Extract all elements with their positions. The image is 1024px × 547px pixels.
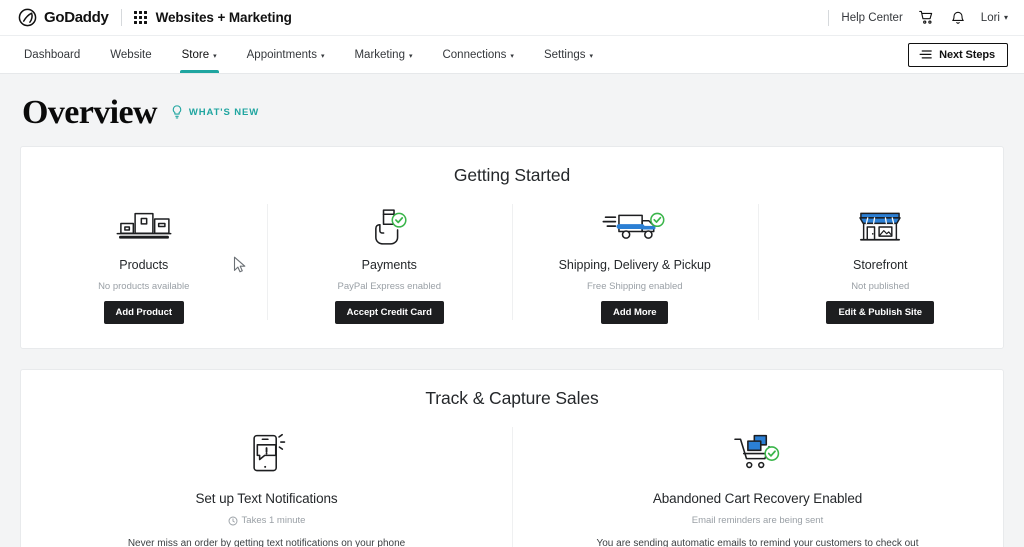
nav-label: Connections bbox=[442, 48, 507, 61]
nav-item-appointments[interactable]: Appointments ▾ bbox=[232, 36, 340, 73]
column-meta: Email reminders are being sent bbox=[692, 515, 823, 526]
products-boxes-icon bbox=[112, 206, 176, 248]
godaddy-logo[interactable]: GoDaddy bbox=[18, 8, 109, 27]
next-steps-icon bbox=[919, 50, 932, 59]
getting-started-card: Getting Started Products No products ava… bbox=[20, 146, 1004, 349]
column-status: Free Shipping enabled bbox=[586, 281, 683, 292]
phone-alert-icon bbox=[244, 431, 290, 477]
column-status: PayPal Express enabled bbox=[337, 281, 441, 292]
column-meta: Takes 1 minute bbox=[228, 515, 306, 526]
nav-item-website[interactable]: Website bbox=[95, 36, 166, 73]
next-steps-button[interactable]: Next Steps bbox=[908, 42, 1008, 67]
page-title: Overview bbox=[22, 94, 158, 131]
track-capture-grid: Set up Text Notifications Takes 1 minute… bbox=[21, 413, 1003, 547]
chevron-down-icon: ▾ bbox=[320, 52, 325, 60]
account-name: Lori bbox=[980, 11, 1000, 24]
page-content: Overview WHAT'S NEW Getting Started Prod… bbox=[0, 74, 1024, 547]
top-bar: GoDaddy Websites + Marketing Help Center… bbox=[0, 0, 1024, 36]
godaddy-mark-icon bbox=[18, 8, 37, 27]
product-name[interactable]: Websites + Marketing bbox=[156, 10, 292, 25]
edit-publish-site-button[interactable]: Edit & Publish Site bbox=[826, 301, 934, 324]
column-name: Storefront bbox=[853, 258, 908, 272]
app-grid-icon[interactable] bbox=[133, 11, 147, 24]
column-heading: Set up Text Notifications bbox=[195, 491, 338, 506]
track-capture-column-notifications: Set up Text Notifications Takes 1 minute… bbox=[21, 423, 512, 547]
lightbulb-icon bbox=[172, 105, 182, 119]
whats-new-label: WHAT'S NEW bbox=[188, 106, 260, 118]
column-meta-label: Takes 1 minute bbox=[241, 515, 306, 526]
page-header: Overview WHAT'S NEW bbox=[20, 74, 1004, 146]
main-navigation: Dashboard Website Store ▾ Appointments ▾… bbox=[0, 36, 1024, 74]
column-name: Payments bbox=[361, 258, 417, 272]
track-capture-title: Track & Capture Sales bbox=[425, 388, 599, 408]
chevron-down-icon: ▾ bbox=[1003, 12, 1008, 22]
chevron-down-icon: ▾ bbox=[408, 52, 413, 60]
chevron-down-icon: ▾ bbox=[589, 52, 594, 60]
nav-item-marketing[interactable]: Marketing ▾ bbox=[339, 36, 427, 73]
clock-icon bbox=[228, 516, 238, 525]
nav-label: Website bbox=[110, 48, 152, 61]
topbar-actions: Help Center Lori ▾ bbox=[828, 9, 1008, 26]
account-menu[interactable]: Lori ▾ bbox=[981, 12, 1008, 24]
column-name: Shipping, Delivery & Pickup bbox=[558, 258, 711, 272]
notification-bell-icon[interactable] bbox=[950, 10, 966, 26]
getting-started-column-shipping: Shipping, Delivery & Pickup Free Shippin… bbox=[512, 198, 758, 324]
accept-credit-card-button[interactable]: Accept Credit Card bbox=[334, 301, 444, 324]
whats-new-link[interactable]: WHAT'S NEW bbox=[171, 105, 259, 119]
column-heading: Abandoned Cart Recovery Enabled bbox=[652, 491, 863, 506]
column-status: Not published bbox=[851, 281, 910, 292]
getting-started-title: Getting Started bbox=[453, 165, 571, 185]
column-description: You are sending automatic emails to remi… bbox=[596, 538, 919, 547]
getting-started-grid: Products No products available Add Produ… bbox=[21, 190, 1003, 348]
chevron-down-icon: ▾ bbox=[213, 52, 217, 60]
delivery-truck-icon bbox=[602, 206, 668, 248]
column-name: Products bbox=[119, 258, 169, 272]
add-more-button[interactable]: Add More bbox=[601, 301, 669, 324]
nav-label: Settings bbox=[543, 48, 586, 61]
nav-item-settings[interactable]: Settings ▾ bbox=[529, 36, 608, 73]
chevron-down-icon: ▾ bbox=[510, 52, 514, 60]
nav-item-connections[interactable]: Connections ▾ bbox=[427, 36, 528, 73]
shopping-cart-check-icon bbox=[732, 431, 784, 477]
column-meta-label: Email reminders are being sent bbox=[691, 515, 824, 526]
nav-item-list: Dashboard Website Store ▾ Appointments ▾… bbox=[18, 36, 608, 73]
getting-started-column-payments: Payments PayPal Express enabled Accept C… bbox=[266, 198, 513, 324]
topbar-divider bbox=[120, 9, 122, 26]
nav-label: Store bbox=[181, 48, 210, 61]
column-status: No products available bbox=[98, 281, 190, 292]
shopping-cart-icon[interactable] bbox=[918, 9, 935, 26]
track-capture-column-cart-recovery: Abandoned Cart Recovery Enabled Email re… bbox=[512, 423, 1003, 547]
add-product-button[interactable]: Add Product bbox=[103, 301, 184, 324]
storefront-awning-icon bbox=[856, 206, 904, 248]
nav-item-dashboard[interactable]: Dashboard bbox=[18, 36, 95, 73]
track-capture-sales-card: Track & Capture Sales Set up Text Notifi… bbox=[20, 369, 1004, 547]
nav-label: Appointments bbox=[246, 48, 317, 61]
nav-item-store[interactable]: Store ▾ bbox=[167, 36, 232, 73]
nav-label: Marketing bbox=[354, 48, 405, 61]
brand-name: GoDaddy bbox=[44, 9, 109, 26]
nav-label: Dashboard bbox=[24, 48, 81, 61]
hand-holding-card-icon bbox=[367, 206, 411, 248]
getting-started-column-products: Products No products available Add Produ… bbox=[21, 198, 267, 324]
next-steps-label: Next Steps bbox=[939, 48, 995, 61]
column-description: Never miss an order by getting text noti… bbox=[127, 538, 406, 547]
getting-started-column-storefront: Storefront Not published Edit & Publish … bbox=[757, 198, 1004, 324]
help-center-link[interactable]: Help Center bbox=[828, 9, 903, 26]
